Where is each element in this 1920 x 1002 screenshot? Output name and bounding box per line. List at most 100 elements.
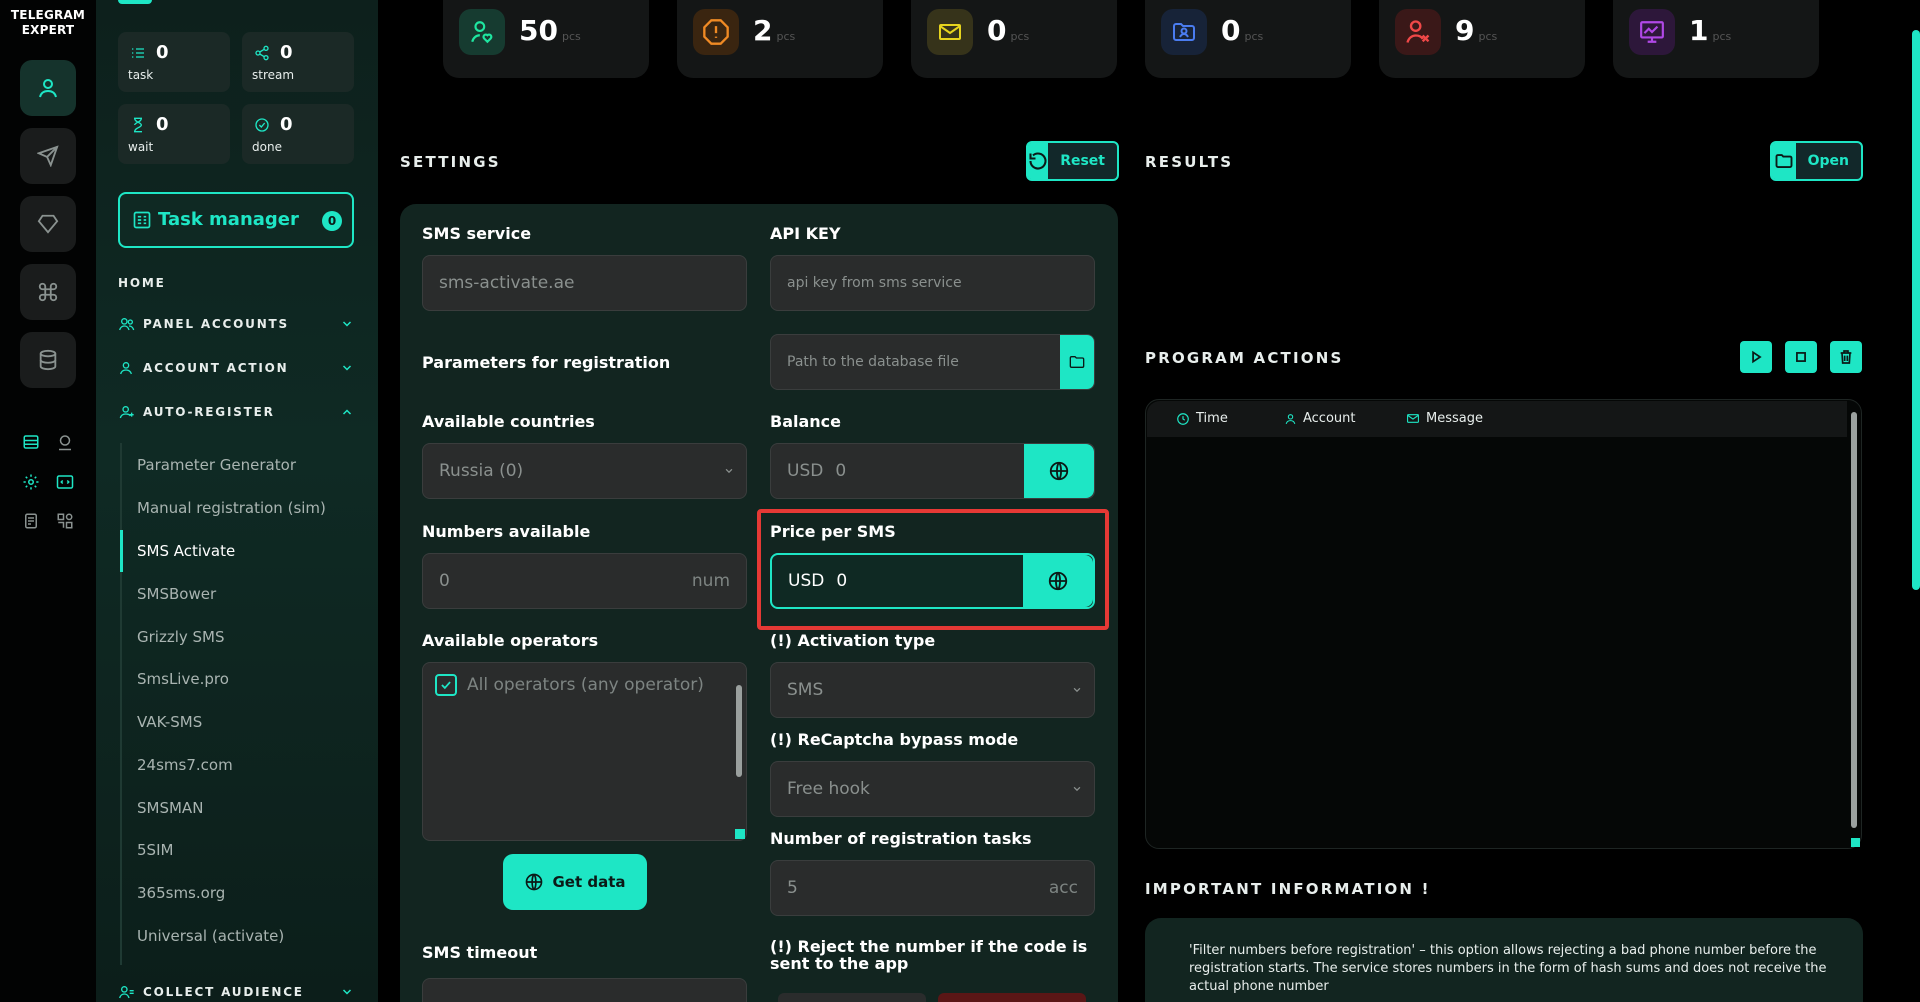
numbers-field: 0 num — [422, 553, 747, 609]
refresh-price-button[interactable] — [1023, 555, 1093, 607]
stat-card-mail: 0 pcs — [911, 0, 1117, 78]
log-scrollbar[interactable] — [1851, 412, 1857, 828]
icon-rail: TELEGRAM EXPERT — [0, 0, 96, 1002]
results-title: RESULTS — [1145, 153, 1234, 171]
recaptcha-select[interactable]: Free hook — [770, 761, 1095, 817]
users-icon — [119, 986, 134, 999]
play-button[interactable] — [1740, 341, 1772, 373]
reject-option-no[interactable] — [778, 993, 926, 1002]
nav-home[interactable]: HOME — [118, 276, 166, 290]
important-text: 'Filter numbers before registration' – t… — [1189, 943, 1827, 994]
premium-rail-button[interactable] — [20, 196, 76, 252]
chevron-up-icon — [342, 409, 352, 415]
chevron-down-icon — [342, 989, 352, 995]
accounts-rail-button[interactable] — [20, 60, 76, 116]
resize-handle[interactable] — [735, 829, 745, 839]
col-time[interactable]: Time — [1176, 411, 1228, 426]
nav-vak-sms[interactable]: VAK-SMS — [137, 713, 202, 731]
chevron-down-icon — [342, 321, 352, 327]
clear-button[interactable] — [1830, 341, 1862, 373]
folder-open-icon[interactable] — [1060, 335, 1094, 389]
countries-select[interactable]: Russia (0) — [422, 443, 747, 499]
brand-logo: TELEGRAM EXPERT — [10, 8, 86, 37]
task-manager-label: Task manager — [158, 209, 299, 230]
col-message[interactable]: Message — [1406, 411, 1483, 426]
sms-service-label: SMS service — [422, 224, 532, 243]
task-count-badge: 0 — [322, 211, 342, 231]
grid-icon[interactable] — [54, 510, 76, 532]
nav-24sms7[interactable]: 24sms7.com — [137, 756, 233, 774]
chevron-down-icon — [725, 468, 733, 474]
page-scrollbar[interactable] — [1912, 30, 1920, 590]
share-icon — [255, 45, 269, 61]
reject-option-yes[interactable] — [938, 993, 1086, 1002]
diamond-icon — [37, 214, 59, 234]
nav-sms-activate[interactable]: SMS Activate — [137, 542, 235, 560]
user-x-icon — [1395, 9, 1441, 55]
reject-number-label: (!) Reject the number if the code is sen… — [770, 937, 1088, 973]
nav-auto-register[interactable]: AUTO-REGISTER — [118, 404, 354, 422]
api-key-label: API KEY — [770, 224, 841, 243]
nav-smsbower[interactable]: SMSBower — [137, 585, 216, 603]
activation-type-select[interactable]: SMS — [770, 662, 1095, 718]
stop-button[interactable] — [1785, 341, 1817, 373]
nav-grizzly-sms[interactable]: Grizzly SMS — [137, 628, 225, 646]
location-icon[interactable] — [54, 431, 76, 453]
nav-account-action[interactable]: ACCOUNT ACTION — [118, 360, 354, 378]
database-path-input[interactable]: Path to the database file — [770, 334, 1095, 390]
operators-scrollbar[interactable] — [736, 685, 742, 777]
operator-checkbox[interactable] — [435, 674, 457, 696]
send-icon — [37, 145, 59, 167]
sms-service-field[interactable]: sms-activate.ae — [422, 255, 747, 311]
open-results-button[interactable]: Open — [1770, 141, 1863, 181]
alert-octagon-icon — [693, 9, 739, 55]
settings-title: SETTINGS — [400, 153, 501, 171]
task-manager-button[interactable]: Task manager 0 — [118, 192, 354, 248]
chart-board-icon — [1629, 9, 1675, 55]
sms-timeout-input[interactable] — [422, 978, 747, 1002]
user-icon — [39, 79, 57, 98]
send-rail-button[interactable] — [20, 128, 76, 184]
reset-button[interactable]: Reset — [1026, 141, 1119, 181]
col-account[interactable]: Account — [1284, 411, 1356, 426]
nav-universal-activate[interactable]: Universal (activate) — [137, 927, 284, 945]
database-rail-button[interactable] — [20, 332, 76, 388]
operator-option-label: All operators (any operator) — [467, 675, 704, 695]
api-key-input[interactable]: api key from sms service — [770, 255, 1095, 311]
refresh-balance-button[interactable] — [1024, 444, 1094, 498]
nav-collect-audience[interactable]: COLLECT AUDIENCE — [118, 984, 354, 1002]
check-circle-icon — [255, 118, 269, 132]
code-icon[interactable] — [54, 471, 76, 493]
nav-smsman[interactable]: SMSMAN — [137, 799, 203, 817]
operators-list[interactable]: All operators (any operator) — [422, 662, 747, 841]
stop-icon — [1796, 352, 1806, 362]
stream-stat-tile: 0 stream — [242, 32, 354, 92]
operators-label: Available operators — [422, 631, 599, 650]
resize-handle[interactable] — [1851, 838, 1860, 847]
tasks-count-input[interactable]: 5 acc — [770, 860, 1095, 916]
action-log[interactable]: Time Account Message — [1145, 399, 1862, 849]
log-header: Time Account Message — [1147, 401, 1847, 437]
nav-smslive[interactable]: SmsLive.pro — [137, 670, 229, 688]
list-icon[interactable] — [20, 431, 42, 453]
user-icon — [1285, 413, 1296, 424]
tasks-count-label: Number of registration tasks — [770, 829, 1032, 848]
command-rail-button[interactable] — [20, 264, 76, 320]
folder-user-icon — [1161, 9, 1207, 55]
nav-panel-accounts[interactable]: PANEL ACCOUNTS — [118, 316, 354, 334]
settings-icon[interactable] — [20, 471, 42, 493]
important-title: IMPORTANT INFORMATION ! — [1145, 880, 1431, 898]
balance-label: Balance — [770, 412, 841, 431]
get-data-button[interactable]: Get data — [503, 854, 647, 910]
folder-open-icon — [1772, 143, 1796, 179]
program-actions-title: PROGRAM ACTIONS — [1145, 349, 1344, 367]
doc-icon[interactable] — [20, 510, 42, 532]
chevron-down-icon — [1073, 687, 1081, 693]
mail-icon — [1407, 414, 1419, 423]
nav-5sim[interactable]: 5SIM — [137, 841, 173, 859]
nav-parameter-generator[interactable]: Parameter Generator — [137, 456, 296, 474]
nav-365sms[interactable]: 365sms.org — [137, 884, 225, 902]
stat-card-warning: 2 pcs — [677, 0, 883, 78]
wait-stat-tile: 0 wait — [118, 104, 230, 164]
nav-manual-registration[interactable]: Manual registration (sim) — [137, 499, 326, 517]
